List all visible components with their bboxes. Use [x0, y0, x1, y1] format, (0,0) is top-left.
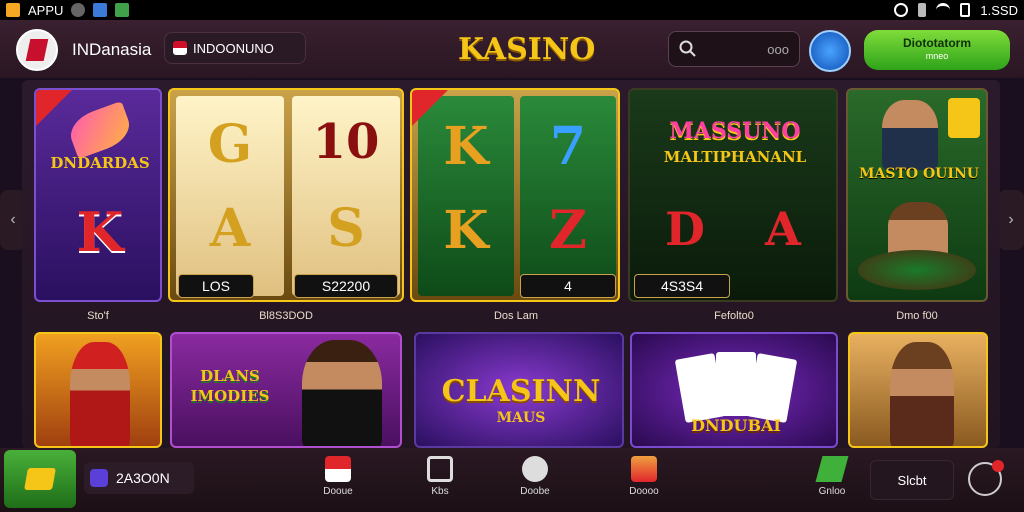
bet-display: LOS	[178, 274, 254, 298]
home-button[interactable]	[4, 450, 76, 508]
game-icon	[115, 3, 130, 17]
login-button[interactable]: Diototatorm mneo	[864, 30, 1010, 70]
login-label: Diototatorm	[903, 36, 971, 50]
notification-icon	[6, 3, 20, 17]
character-image	[70, 342, 130, 446]
support-chat-icon[interactable]	[968, 460, 1004, 496]
game-title: CLASINN	[441, 374, 601, 409]
nav-item-3[interactable]: Doobe	[505, 456, 565, 497]
game-title: DNDARDAS	[50, 154, 150, 172]
login-sub-label: mneo	[925, 51, 949, 61]
status-app-label: APPU	[28, 2, 64, 18]
sync-icon	[71, 3, 86, 17]
app-logo[interactable]	[16, 29, 58, 71]
bet-display: 4	[520, 274, 616, 298]
game-subtitle: MAUS	[496, 410, 546, 426]
game-card[interactable]: DNDUBAI	[630, 332, 838, 448]
game-caption: Fefolto0	[714, 310, 754, 322]
game-grid: DNDARDAS K Sto'f G 10 A S LOS S22200 Bl8…	[22, 80, 1000, 448]
game-card[interactable]: MASSUNO MALTIPHANANL D A 4S3S4	[628, 88, 838, 302]
roulette-wheel	[858, 250, 976, 290]
reel-symbol: A	[765, 202, 801, 256]
status-bar: APPU 1.SSD	[0, 0, 1024, 20]
game-subtitle: MALTIPHANANL	[663, 148, 807, 166]
game-title: MASTO OUINU	[859, 166, 979, 182]
game-letter: K	[76, 200, 124, 264]
game-card[interactable]: G 10 A S LOS S22200	[168, 88, 404, 302]
balance-display[interactable]: 2A3O0N	[84, 462, 194, 494]
bluetooth-icon	[918, 3, 927, 17]
nav-item-1[interactable]: Dooue	[308, 456, 368, 497]
bottom-nav: 2A3O0N Dooue Kbs Doobe Doooo Gnloo Slcbt	[0, 448, 1024, 512]
game-card[interactable]	[34, 332, 162, 448]
nav-label: Dooue	[323, 486, 353, 497]
language-label: INDOONUNO	[193, 40, 274, 56]
nav-label: Gnloo	[818, 486, 846, 497]
reel-symbol: S	[327, 198, 365, 259]
game-caption: Dmo f00	[896, 310, 938, 322]
player-image	[302, 340, 382, 446]
win-display: S22200	[294, 274, 398, 298]
game-card[interactable]: DLANS IMODIES	[170, 332, 402, 448]
game-card[interactable]: MASTO OUINU	[846, 88, 988, 302]
game-caption: Dos Lam	[493, 310, 539, 322]
game-title: MASSUNO	[669, 118, 801, 144]
globe-icon[interactable]	[809, 30, 851, 72]
hot-ribbon	[36, 90, 72, 126]
game-caption: Sto'f	[87, 310, 109, 322]
status-time: 1.SSD	[980, 2, 1018, 18]
flag-icon	[173, 41, 187, 55]
page-title: KASINO	[458, 32, 596, 67]
battery-icon	[960, 3, 971, 17]
reel-symbol: K	[443, 116, 489, 177]
game-caption: Bl8S3DOD	[259, 310, 313, 322]
brand-name: INDanasia	[72, 40, 152, 59]
nav-item-2[interactable]: Kbs	[410, 456, 470, 497]
reel-symbol: 7	[549, 116, 587, 177]
nav-label: Doooo	[629, 486, 659, 497]
reel-symbol: D	[665, 202, 705, 256]
reel-symbol: G	[207, 114, 253, 175]
nav-label: Doobe	[520, 486, 550, 497]
wallet-icon	[90, 469, 108, 487]
search-icon	[679, 40, 696, 57]
game-card[interactable]	[848, 332, 988, 448]
game-title: DNDUBAI	[691, 416, 781, 435]
image-icon	[93, 3, 108, 17]
alarm-icon	[894, 3, 909, 17]
chat-bubble-icon	[522, 456, 548, 482]
game-card[interactable]: CLASINN MAUS	[414, 332, 624, 448]
header: INDanasia INDOONUNO KASINO ooo Diototato…	[0, 20, 1024, 78]
game-logo-icon	[64, 100, 136, 160]
reel-symbol: A	[209, 198, 251, 259]
bet-display: 4S3S4	[634, 274, 730, 298]
character-image	[890, 342, 954, 446]
home-icon	[24, 468, 56, 490]
game-title: DLANS IMODIES	[190, 367, 270, 405]
reel-symbol: K	[443, 200, 489, 261]
nav-label: Kbs	[431, 486, 449, 497]
scroll-right-button[interactable]: ›	[998, 190, 1024, 250]
bag-icon	[631, 456, 657, 482]
wifi-icon	[936, 3, 951, 17]
nav-item-4[interactable]: Doooo	[614, 456, 674, 497]
search-input[interactable]: ooo	[668, 31, 800, 67]
reel-symbol: 10	[312, 114, 380, 170]
grid-icon	[427, 456, 453, 482]
language-selector[interactable]: INDOONUNO	[164, 32, 306, 64]
nav-item-5[interactable]: Gnloo	[802, 456, 862, 497]
dealer-image	[882, 100, 938, 170]
game-card[interactable]: K 7 K Z 4	[410, 88, 620, 302]
search-placeholder: ooo	[767, 41, 789, 57]
reel-symbol: Z	[549, 200, 587, 261]
gift-icon	[325, 456, 351, 482]
badge-icon	[948, 98, 980, 138]
balance-value: 2A3O0N	[116, 470, 170, 486]
game-card[interactable]: DNDARDAS K	[34, 88, 162, 302]
ticket-icon	[815, 456, 849, 482]
shop-button[interactable]: Slcbt	[870, 460, 954, 500]
